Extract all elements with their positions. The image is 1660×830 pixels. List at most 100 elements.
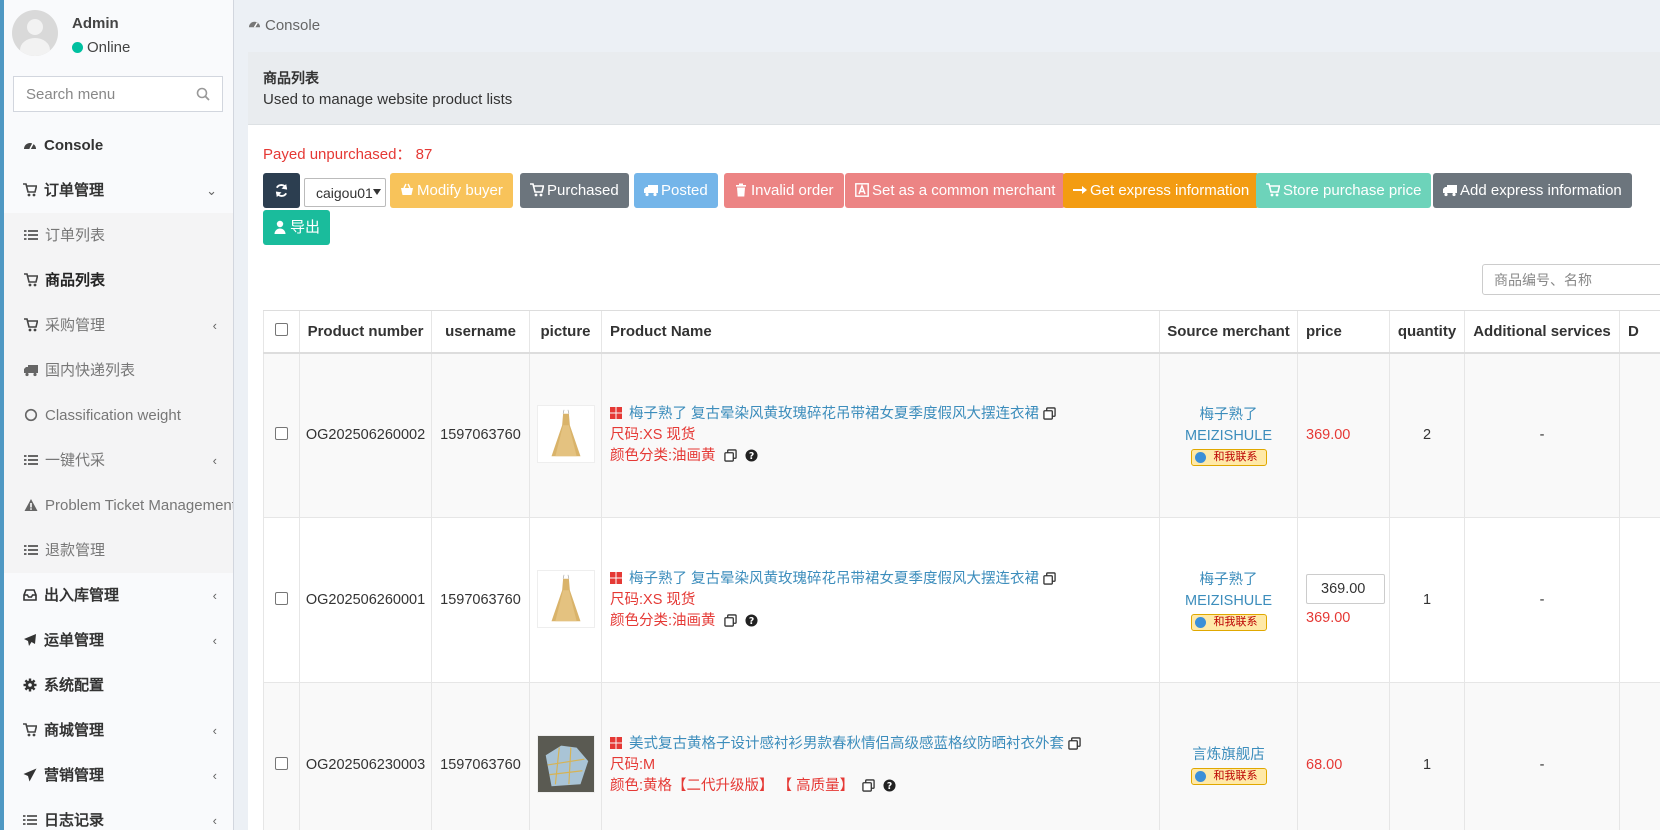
store-purchase-price-button[interactable]: Store purchase price [1256, 173, 1432, 208]
row-select-cell [263, 352, 300, 518]
modify-buyer-button[interactable]: Modify buyer [390, 173, 513, 208]
get-express-information-button[interactable]: Get express information [1063, 173, 1260, 208]
sidebar-item[interactable]: 系统配置 [4, 663, 233, 708]
sidebar-item-label: 退款管理 [45, 542, 106, 559]
chevron-left-icon[interactable]: ‹ [213, 798, 217, 830]
column-header[interactable]: Additional services [1464, 310, 1620, 354]
merchant-name-line2[interactable]: MEIZISHULE [1161, 426, 1298, 447]
arrow-right-icon [1073, 186, 1087, 194]
row-checkbox[interactable] [275, 591, 288, 605]
column-header[interactable]: picture [529, 310, 602, 354]
column-header[interactable]: Product Name [601, 310, 1160, 354]
export-button[interactable]: 导出 [263, 210, 331, 245]
help-icon[interactable]: ? [745, 613, 758, 627]
chevron-left-icon[interactable]: ‹ [213, 438, 217, 483]
copy-icon[interactable] [862, 778, 875, 792]
price-input[interactable] [1306, 574, 1385, 604]
merchant-name-line1[interactable]: 梅子熟了 [1161, 405, 1298, 426]
product-thumbnail[interactable] [536, 569, 595, 628]
windows-logo-icon [610, 571, 622, 584]
merchant-name-line1[interactable]: 梅子熟了 [1161, 570, 1298, 591]
row-checkbox[interactable] [275, 756, 288, 770]
product-attr-color-line: 颜色分类:油画黄 ? [610, 446, 1159, 467]
sidebar-item[interactable]: 采购管理 ‹ [4, 303, 233, 348]
chevron-left-icon[interactable]: ‹ [213, 753, 217, 798]
cart-icon [1266, 183, 1280, 197]
sidebar-item[interactable]: 商品列表 [4, 258, 233, 303]
sidebar-item[interactable]: 订单管理 ⌄ [4, 168, 233, 213]
invalid-order-button[interactable]: Invalid order [724, 173, 844, 208]
contact-merchant-badge[interactable]: 和我联系 [1190, 448, 1267, 466]
table-search-box [1482, 264, 1660, 295]
column-header[interactable]: quantity [1389, 310, 1465, 354]
sidebar-item[interactable]: 一键代采 ‹ [4, 438, 233, 483]
sidebar-item[interactable]: Console [4, 123, 233, 168]
copy-icon[interactable] [723, 613, 737, 627]
merchant-name-line1[interactable]: 言炼旗舰店 [1161, 745, 1298, 766]
sidebar-item[interactable]: 订单列表 [4, 213, 233, 258]
product-name-link[interactable]: 美式复古黄格子设计感衬衫男款春秋情侣高级感蓝格纹防晒衬衣外套 [629, 736, 1064, 752]
refresh-button[interactable] [263, 173, 300, 208]
online-status-dot [72, 42, 83, 53]
table-row: OG202506230003 1597063760 美式复古黄格子设计感衬衫男款春秋… [263, 682, 1660, 830]
help-icon[interactable]: ? [883, 778, 896, 792]
breadcrumb[interactable]: Console [248, 17, 320, 34]
chevron-left-icon[interactable]: ‹ [213, 618, 217, 663]
column-header[interactable]: price [1297, 310, 1390, 354]
row-checkbox[interactable] [275, 426, 288, 440]
avatar [12, 10, 58, 56]
sidebar-item-label: Problem Ticket Management [45, 497, 234, 514]
copy-icon[interactable] [1068, 736, 1081, 750]
add-express-information-button[interactable]: Add express information [1433, 173, 1632, 208]
sidebar-item[interactable]: 国内快递列表 [4, 348, 233, 393]
set-common-merchant-button[interactable]: Set as a common merchant [845, 173, 1066, 208]
inbox-icon [23, 575, 37, 601]
copy-icon[interactable] [1043, 407, 1056, 420]
help-icon[interactable]: ? [745, 449, 758, 462]
source-merchant-cell: 言炼旗舰店 和我联系 [1159, 682, 1298, 830]
copy-icon[interactable] [1043, 571, 1056, 585]
posted-button[interactable]: Posted [634, 173, 718, 208]
chevron-down-icon[interactable]: ⌄ [206, 168, 217, 213]
additional-services-cell: - [1464, 682, 1620, 830]
price-value: 369.00 [1306, 610, 1351, 626]
sidebar-item[interactable]: 营销管理 ‹ [4, 753, 233, 798]
product-thumbnail[interactable] [536, 734, 595, 793]
chevron-left-icon[interactable]: ‹ [213, 303, 217, 348]
column-header[interactable]: D [1619, 310, 1660, 354]
search-icon[interactable] [196, 87, 210, 101]
product-attr-color: 颜色:黄格【二代升级版】 【 高质量】 [610, 777, 855, 794]
merchant-name-line2[interactable]: MEIZISHULE [1161, 591, 1298, 612]
product-thumbnail[interactable] [536, 404, 595, 463]
sidebar-item-label: 运单管理 [44, 632, 105, 649]
sidebar-item[interactable]: 运单管理 ‹ [4, 618, 233, 663]
sidebar-item[interactable]: 退款管理 [4, 528, 233, 573]
sidebar-item[interactable]: Classification weight [4, 393, 233, 438]
purchased-button[interactable]: Purchased [520, 173, 629, 208]
chevron-left-icon[interactable]: ‹ [213, 573, 217, 618]
basket-icon [401, 183, 413, 195]
cart-icon [23, 710, 38, 737]
contact-merchant-badge[interactable]: 和我联系 [1190, 768, 1267, 785]
sidebar-item[interactable]: 出入库管理 ‹ [4, 573, 233, 618]
product-name-link[interactable]: 梅子熟了 复古晕染风黄玫瑰碎花吊带裙女夏季度假风大摆连衣裙 [629, 406, 1039, 422]
menu-search-input[interactable] [14, 77, 189, 111]
user-icon [274, 220, 286, 234]
svg-text:?: ? [887, 780, 892, 791]
column-header[interactable]: Source merchant [1159, 310, 1298, 354]
sidebar-item-label: 商城管理 [44, 722, 105, 739]
sidebar-item[interactable]: Problem Ticket Management [4, 483, 233, 528]
column-header[interactable]: username [431, 310, 530, 354]
product-name-link[interactable]: 梅子熟了 复古晕染风黄玫瑰碎花吊带裙女夏季度假风大摆连衣裙 [629, 571, 1039, 587]
buyer-select[interactable]: caigou01 [304, 178, 386, 207]
contact-merchant-badge[interactable]: 和我联系 [1190, 613, 1267, 631]
table-search-input[interactable] [1483, 265, 1660, 294]
chevron-left-icon[interactable]: ‹ [213, 708, 217, 753]
sidebar-item[interactable]: 商城管理 ‹ [4, 708, 233, 753]
select-all-checkbox[interactable] [275, 322, 288, 336]
copy-icon[interactable] [723, 449, 737, 462]
table-row: OG202506260001 1597063760 梅子熟了 复古晕染风黄玫瑰碎花吊… [263, 517, 1660, 683]
sidebar-item[interactable]: 日志记录 ‹ [4, 798, 233, 830]
quantity-cell: 1 [1389, 517, 1465, 683]
column-header[interactable]: Product number [299, 310, 432, 354]
